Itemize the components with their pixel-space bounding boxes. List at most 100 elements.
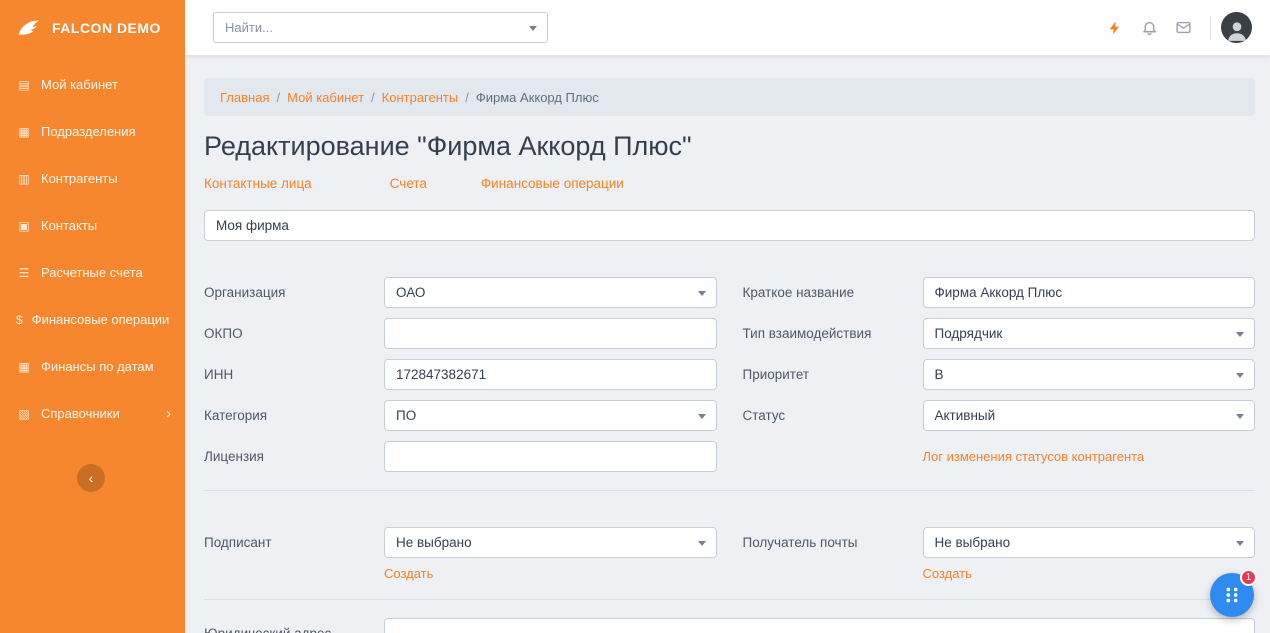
notifications-flash-button[interactable] — [1098, 11, 1132, 45]
sidebar-item-label: Контрагенты — [41, 171, 118, 186]
form-row-okpo: ОКПО — [204, 318, 717, 349]
chevron-down-icon — [698, 414, 706, 419]
form-row-mail-recipient: Получатель почты Не выбрано — [743, 527, 1256, 558]
form-row-priority: Приоритет B — [743, 359, 1256, 390]
form-row-interaction-type: Тип взаимодействия Подрядчик — [743, 318, 1256, 349]
status-select-value: Активный — [935, 408, 996, 423]
contractor-form: Организация ОАО Краткое название ОКПО Ти… — [204, 277, 1255, 472]
breadcrumb-current: Фирма Аккорд Плюс — [476, 90, 599, 105]
form-row-legal-address: Юридический адрес — [204, 618, 1255, 633]
chat-dots-icon — [1221, 584, 1243, 606]
inn-input[interactable] — [384, 359, 717, 390]
sidebar-item-label: Мой кабинет — [41, 77, 118, 92]
sidebar: FALCON DEMO ▤ Мой кабинет ▦ Подразделени… — [0, 0, 185, 633]
breadcrumb-separator: / — [371, 90, 375, 105]
breadcrumb-home[interactable]: Главная — [220, 90, 269, 105]
form-row-license: Лицензия — [204, 441, 717, 472]
breadcrumb-my-cabinet[interactable]: Мой кабинет — [287, 90, 364, 105]
breadcrumb-separator: / — [465, 90, 469, 105]
organization-label: Организация — [204, 285, 384, 300]
organization-select[interactable]: ОАО — [384, 277, 717, 308]
signer-select[interactable]: Не выбрано — [384, 527, 717, 558]
breadcrumb-separator: / — [276, 90, 280, 105]
form-row-category: Категория ПО — [204, 400, 717, 431]
page-title: Редактирование "Фирма Аккорд Плюс" — [204, 131, 1255, 162]
topbar-divider — [1210, 16, 1211, 40]
legal-address-label: Юридический адрес — [204, 626, 384, 633]
chat-widget-button[interactable]: 1 — [1210, 573, 1254, 617]
notifications-bell-button[interactable] — [1132, 11, 1166, 45]
sidebar-item-settlement-accounts[interactable]: ☰ Расчетные счета — [0, 249, 185, 296]
license-label: Лицензия — [204, 449, 384, 464]
topbar — [185, 0, 1270, 55]
envelope-icon — [1175, 19, 1192, 36]
global-search-combobox[interactable] — [213, 12, 548, 43]
interaction-type-label: Тип взаимодействия — [743, 326, 923, 341]
okpo-label: ОКПО — [204, 326, 384, 341]
inn-label: ИНН — [204, 367, 384, 382]
sidebar-menu: ▤ Мой кабинет ▦ Подразделения ▥ Контраге… — [0, 61, 185, 437]
sidebar-item-departments[interactable]: ▦ Подразделения — [0, 108, 185, 155]
chevron-down-icon — [529, 26, 537, 31]
priority-label: Приоритет — [743, 367, 923, 382]
chevron-down-icon — [1236, 414, 1244, 419]
person-icon — [1224, 17, 1250, 43]
signer-label: Подписант — [204, 535, 384, 550]
falcon-logo-icon — [14, 13, 44, 43]
signer-select-value: Не выбрано — [396, 535, 472, 550]
form-row-short-name: Краткое название — [743, 277, 1256, 308]
breadcrumb-contractors[interactable]: Контрагенты — [382, 90, 459, 105]
license-input[interactable] — [384, 441, 717, 472]
sidebar-item-label: Подразделения — [41, 124, 136, 139]
departments-icon: ▦ — [16, 125, 32, 139]
status-label: Статус — [743, 408, 923, 423]
short-name-label: Краткое название — [743, 285, 923, 300]
status-log-link[interactable]: Лог изменения статусов контрагента — [923, 449, 1145, 464]
short-name-input[interactable] — [923, 277, 1256, 308]
sidebar-item-finance-by-dates[interactable]: ▦ Финансы по датам — [0, 343, 185, 390]
sidebar-item-label: Финансы по датам — [41, 359, 154, 374]
category-select-value: ПО — [396, 408, 416, 423]
status-select[interactable]: Активный — [923, 400, 1256, 431]
finance-operations-icon: $ — [16, 313, 23, 327]
sidebar-item-contractors[interactable]: ▥ Контрагенты — [0, 155, 185, 202]
chevron-down-icon — [698, 291, 706, 296]
brand-logo[interactable]: FALCON DEMO — [0, 0, 185, 55]
priority-select[interactable]: B — [923, 359, 1256, 390]
form-row-inn: ИНН — [204, 359, 717, 390]
category-select[interactable]: ПО — [384, 400, 717, 431]
sidebar-collapse-button[interactable]: ‹ — [77, 464, 105, 492]
company-name-input[interactable] — [204, 210, 1255, 241]
chevron-down-icon — [1236, 373, 1244, 378]
sidebar-item-directories[interactable]: ▧ Справочники › — [0, 390, 185, 437]
finance-by-dates-icon: ▦ — [16, 360, 32, 374]
organization-select-value: ОАО — [396, 285, 425, 300]
okpo-input[interactable] — [384, 318, 717, 349]
signer-create-row: Создать — [204, 566, 717, 581]
interaction-type-select[interactable]: Подрядчик — [923, 318, 1256, 349]
chevron-down-icon — [698, 541, 706, 546]
signer-section: Подписант Не выбрано Получатель почты Не… — [204, 527, 1255, 581]
legal-address-input[interactable] — [384, 618, 1255, 633]
search-input[interactable] — [214, 13, 547, 42]
tab-contact-persons[interactable]: Контактные лица — [204, 176, 312, 191]
mail-recipient-label: Получатель почты — [743, 535, 923, 550]
mail-recipient-create-row: Создать — [743, 566, 1256, 581]
chevron-down-icon — [1236, 541, 1244, 546]
settlement-accounts-icon: ☰ — [16, 266, 32, 280]
lightning-icon — [1107, 20, 1123, 36]
form-row-organization: Организация ОАО — [204, 277, 717, 308]
signer-create-link[interactable]: Создать — [384, 566, 433, 581]
brand-name: FALCON DEMO — [52, 20, 161, 36]
messages-button[interactable] — [1166, 11, 1200, 45]
contacts-icon: ▣ — [16, 219, 32, 233]
sidebar-item-my-cabinet[interactable]: ▤ Мой кабинет — [0, 61, 185, 108]
user-avatar[interactable] — [1221, 12, 1252, 43]
tab-invoices[interactable]: Счета — [390, 176, 427, 191]
sidebar-item-contacts[interactable]: ▣ Контакты — [0, 202, 185, 249]
mail-recipient-select[interactable]: Не выбрано — [923, 527, 1256, 558]
mail-recipient-create-link[interactable]: Создать — [923, 566, 972, 581]
tab-finance-operations[interactable]: Финансовые операции — [481, 176, 624, 191]
sidebar-item-finance-operations[interactable]: $ Финансовые операции — [0, 296, 185, 343]
chevron-right-icon: › — [166, 405, 171, 422]
